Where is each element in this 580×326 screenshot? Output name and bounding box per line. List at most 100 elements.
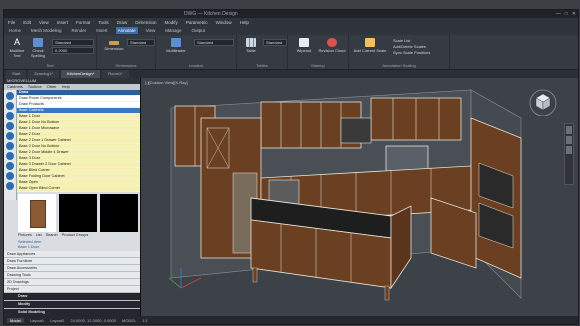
category-item[interactable]: Project	[4, 286, 140, 293]
doc-tab-drawing1[interactable]: Drawing1*	[28, 70, 59, 78]
tool-list-icon[interactable]	[6, 172, 14, 180]
ribbon-tab-view[interactable]: View	[144, 27, 158, 34]
menu-modify[interactable]: Modify	[165, 20, 178, 25]
product-list-item[interactable]: Base Open Blind Corner	[17, 186, 140, 192]
preview-tab-product-groups[interactable]: Product Groups	[62, 233, 89, 237]
ribbon-tab-render[interactable]: Render	[70, 27, 89, 34]
check-spelling-button[interactable]: Check Spelling	[28, 38, 48, 58]
dimension-icon	[109, 41, 119, 45]
category-item[interactable]: Solid Modeling	[4, 309, 140, 316]
category-item[interactable]: Draw	[4, 293, 140, 301]
doc-tab-room1[interactable]: Room1*	[102, 70, 129, 78]
category-item[interactable]: Draw Furniture	[4, 258, 140, 265]
tool-pencil-icon[interactable]	[6, 102, 14, 110]
group-label: Tables	[256, 63, 268, 68]
multiline-text-button[interactable]: A Multiline Text	[7, 38, 27, 59]
spelling-check-icon	[33, 38, 43, 47]
layout1-tab[interactable]: Layout1	[30, 318, 44, 323]
tool-furniture-icon[interactable]	[6, 142, 14, 150]
orbit-icon[interactable]	[566, 146, 572, 154]
preview-empty-2	[100, 194, 138, 232]
menu-edit[interactable]: Edit	[23, 20, 31, 25]
text-style-select[interactable]: Standard	[52, 39, 94, 46]
ribbon-tab-bar: Home Mesh Modeling Render Insert Annotat…	[4, 26, 578, 35]
preview-tab-pictures[interactable]: Pictures	[18, 233, 32, 237]
tool-draw-icon[interactable]	[6, 92, 14, 100]
category-item[interactable]: Draw Appliances	[4, 251, 140, 258]
scale-icon	[365, 38, 375, 47]
ribbon-group-leaders: Multileader Standard Leaders	[156, 35, 237, 69]
dimension-style-select[interactable]: Standard	[127, 39, 155, 46]
selected-item-info: Selected Item Base 1 Door	[18, 240, 41, 250]
menu-help[interactable]: Help	[240, 20, 249, 25]
doc-tab-kitchen[interactable]: KitchenDesign*	[60, 70, 101, 78]
dimension-button[interactable]: Dimension	[101, 38, 127, 51]
menu-insert[interactable]: Insert	[57, 20, 68, 25]
layout2-tab[interactable]: Layout2	[50, 318, 64, 323]
group-label: Text	[46, 63, 54, 68]
preview-tabs: Pictures List Search Product Groups	[18, 233, 88, 237]
scale-list-button[interactable]: Scale List	[393, 38, 410, 43]
application-window: DWG — Kitchen Design — □ ✕ File Edit Vie…	[3, 9, 579, 325]
ribbon-tab-mesh[interactable]: Mesh Modeling	[29, 27, 64, 34]
text-height-field[interactable]: 0.2000	[52, 47, 94, 54]
menu-format[interactable]: Format	[76, 20, 90, 25]
multileader-button[interactable]: Multileader	[162, 38, 190, 53]
kitchen-3d-model	[168, 89, 522, 301]
close-button[interactable]: ✕	[572, 10, 576, 18]
minimize-button[interactable]: —	[556, 10, 561, 18]
menu-view[interactable]: View	[39, 20, 49, 25]
add-delete-scales-button[interactable]: Add/Delete Scales	[393, 44, 426, 49]
revision-cloud-button[interactable]: Revision Cloud	[318, 38, 346, 53]
preview-tab-list[interactable]: List	[36, 233, 42, 237]
coordinates-readout: 24.0000, 12.0000, 0.0000	[70, 317, 116, 323]
tool-help-icon[interactable]	[6, 182, 14, 190]
model-space-toggle[interactable]: MODEL	[122, 318, 136, 323]
tool-grid-icon[interactable]	[6, 162, 14, 170]
menu-tools[interactable]: Tools	[98, 20, 109, 25]
drawing-viewport[interactable]: [-][Custom View][X-Ray]	[141, 78, 578, 316]
wipeout-icon	[299, 38, 309, 47]
menu-draw[interactable]: Draw	[117, 20, 128, 25]
status-bar: Model Layout1 Layout2 24.0000, 12.0000, …	[4, 316, 578, 324]
table-style-select[interactable]: Standard	[263, 39, 287, 46]
sync-scale-positions-button[interactable]: Sync Scale Positions	[393, 50, 430, 55]
menu-dimension[interactable]: Dimension	[135, 20, 156, 25]
ribbon-tab-manage[interactable]: Manage	[163, 27, 183, 34]
ribbon-tab-home[interactable]: Home	[7, 27, 23, 34]
view-cube[interactable]	[528, 86, 558, 117]
preview-tab-search[interactable]: Search	[46, 233, 58, 237]
table-button[interactable]: Table	[241, 38, 261, 53]
ribbon-group-tables: Table Standard Tables	[237, 35, 288, 69]
ribbon-tab-annotate[interactable]: Annotate	[115, 27, 138, 34]
cabinet-preview-image[interactable]	[18, 194, 56, 232]
category-item[interactable]: 2D Drawings	[4, 279, 140, 286]
palette-category-list: Draw Appliances Draw Furniture Draw Access…	[4, 251, 140, 316]
add-current-scale-button[interactable]: Add Current Scale	[353, 38, 387, 53]
menu-file[interactable]: File	[8, 20, 15, 25]
ribbon-group-markup: Wipeout Revision Cloud Markup	[288, 35, 349, 69]
menu-window[interactable]: Window	[216, 20, 232, 25]
tool-settings-icon[interactable]	[6, 152, 14, 160]
menu-parametric[interactable]: Parametric	[186, 20, 208, 25]
document-tab-bar: Start Drawing1* KitchenDesign* Room1*	[4, 70, 578, 78]
group-label: Leaders	[188, 63, 204, 68]
leader-style-select[interactable]: Standard	[194, 39, 234, 46]
maximize-button[interactable]: □	[565, 10, 568, 18]
annotation-scale[interactable]: 1:1	[142, 318, 148, 323]
model-tab[interactable]: Model	[7, 317, 24, 323]
menu-bar: File Edit View Insert Format Tools Draw …	[4, 18, 578, 26]
ribbon-tab-output[interactable]: Output	[190, 27, 208, 34]
ribbon-tab-insert[interactable]: Insert	[94, 27, 109, 34]
zoom-icon[interactable]	[566, 136, 572, 144]
category-item[interactable]: Draw Accessories	[4, 265, 140, 272]
title-bar: DWG — Kitchen Design — □ ✕	[4, 10, 578, 18]
wipeout-button[interactable]: Wipeout	[291, 38, 317, 53]
category-item[interactable]: Drawing Tools	[4, 272, 140, 279]
tool-room-icon[interactable]	[6, 112, 14, 120]
category-item[interactable]: Modify	[4, 301, 140, 309]
tool-cabinet-icon[interactable]	[6, 122, 14, 130]
pan-icon[interactable]	[566, 126, 572, 134]
doc-tab-start[interactable]: Start	[6, 70, 27, 78]
tool-appliance-icon[interactable]	[6, 132, 14, 140]
